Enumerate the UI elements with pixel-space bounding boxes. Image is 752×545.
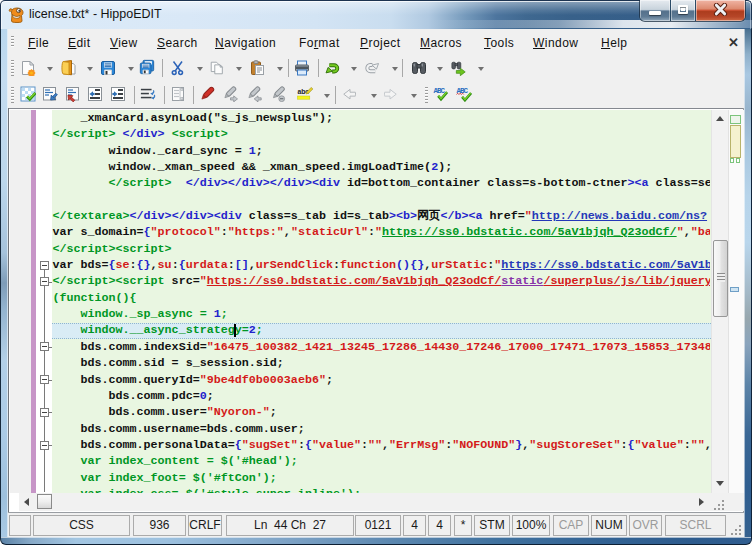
svg-text:ABC: ABC [433,87,445,95]
